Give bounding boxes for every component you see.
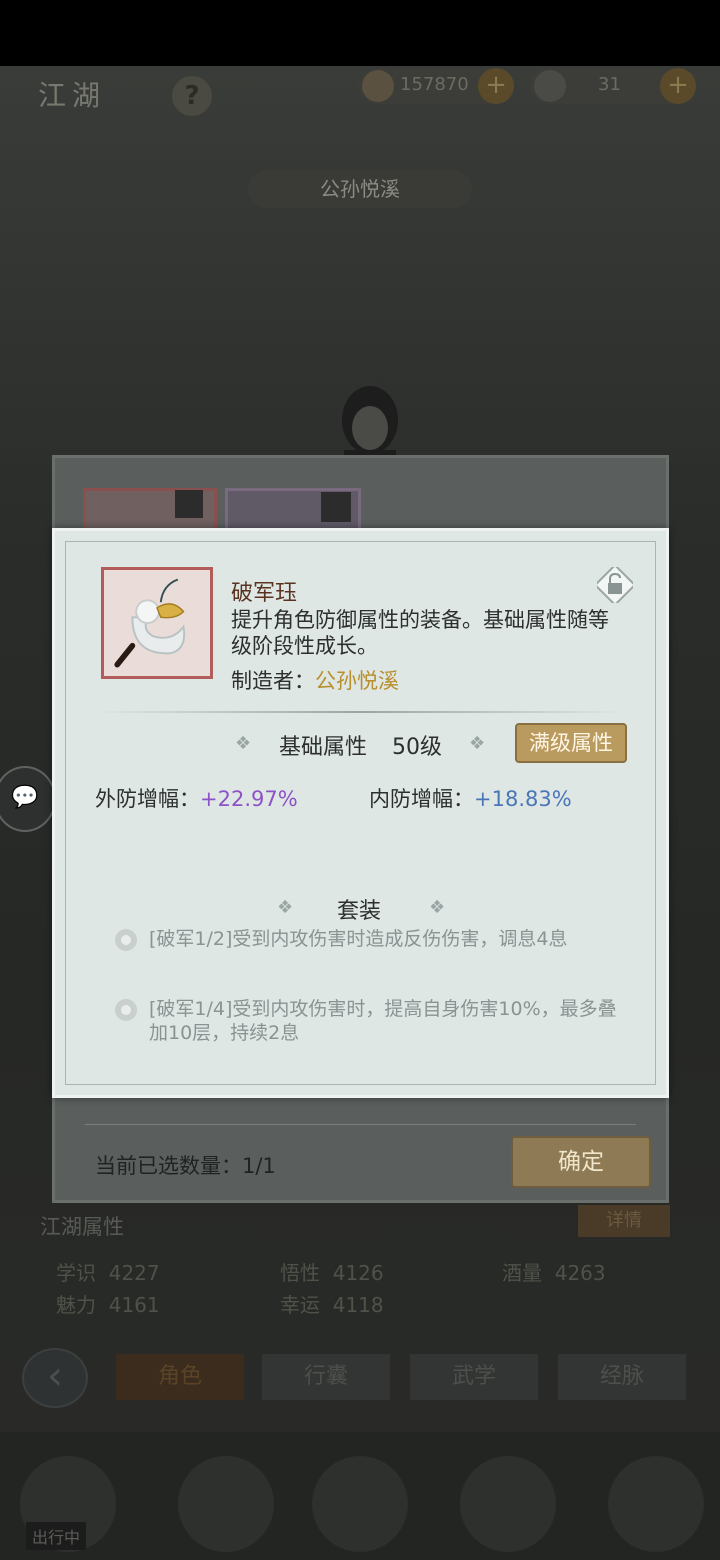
outer-defense-attr: 外防增幅：+22.97% [95,787,298,811]
section-separator [95,711,626,713]
item-detail-dialog: 破军珏 提升角色防御属性的装备。基础属性随等级阶段性成长。 制造者：公孙悦溪 ❖… [52,528,669,1098]
item-name: 破军珏 [231,581,298,606]
status-bar [0,0,720,66]
set-effect-2: [破军1/4]受到内攻伤害时，提高自身伤害10%，最多叠加10层，持续2息 [149,998,617,1044]
maker-name: 公孙悦溪 [315,669,399,693]
diamond-ornament-icon: ❖ [429,897,446,918]
diamond-ornament-icon: ❖ [277,897,294,918]
inner-defense-attr: 内防增幅：+18.83% [369,787,572,811]
unlock-icon[interactable] [597,567,633,603]
flower-bullet-icon [115,929,137,951]
outer-defense-value: +22.97% [200,787,298,811]
jade-pendant-icon [101,567,213,679]
max-level-attr-button[interactable]: 满级属性 [515,723,627,763]
maker-label: 制造者： [231,669,315,693]
item-level: 50级 [392,735,442,760]
diamond-ornament-icon: ❖ [235,733,252,754]
base-attr-label: 基础属性 [279,735,368,760]
maker-line: 制造者：公孙悦溪 [231,665,399,695]
diamond-ornament-icon: ❖ [469,733,486,754]
flower-bullet-icon [115,999,137,1021]
set-effect-1: [破军1/2]受到内攻伤害时造成反伤伤害，调息4息 [149,928,568,950]
item-description: 提升角色防御属性的装备。基础属性随等级阶段性成长。 [231,608,609,658]
inner-defense-value: +18.83% [474,787,572,811]
set-title: 套装 [337,899,382,924]
